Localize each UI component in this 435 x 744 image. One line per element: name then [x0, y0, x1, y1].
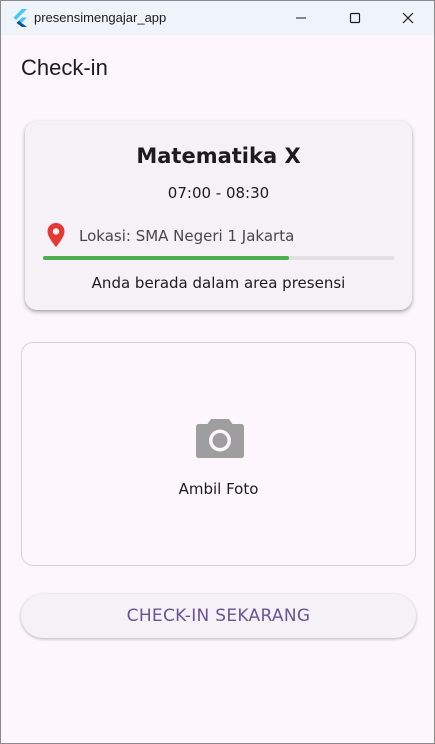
app-window: presensimengajar_app Check-in Matematika… [0, 0, 435, 744]
title-bar: presensimengajar_app [1, 1, 434, 35]
close-icon [402, 12, 414, 24]
window-title: presensimengajar_app [34, 10, 167, 25]
take-photo-label: Ambil Foto [178, 480, 259, 498]
geofence-progress-bar [43, 256, 394, 260]
close-button[interactable] [383, 1, 433, 35]
geofence-progress-fill [43, 256, 289, 260]
minimize-icon [296, 17, 306, 19]
location-pin-icon [46, 222, 66, 248]
flutter-logo-icon [12, 9, 28, 27]
schedule-info-card: Matematika X 07:00 - 08:30 Lokasi: SMA N… [25, 121, 412, 310]
camera-icon [195, 415, 245, 459]
maximize-icon [349, 12, 361, 24]
minimize-button[interactable] [276, 1, 326, 35]
maximize-button[interactable] [330, 1, 380, 35]
checkin-now-button[interactable]: CHECK-IN SEKARANG [21, 594, 416, 638]
schedule-time: 07:00 - 08:30 [167, 184, 270, 202]
app-bar: Check-in [1, 35, 434, 101]
page-title: Check-in [21, 55, 108, 80]
location-status-text: Anda berada dalam area presensi [91, 274, 346, 292]
location-text: Lokasi: SMA Negeri 1 Jakarta [79, 227, 295, 245]
take-photo-area[interactable]: Ambil Foto [21, 342, 416, 566]
subject-title: Matematika X [136, 144, 301, 168]
